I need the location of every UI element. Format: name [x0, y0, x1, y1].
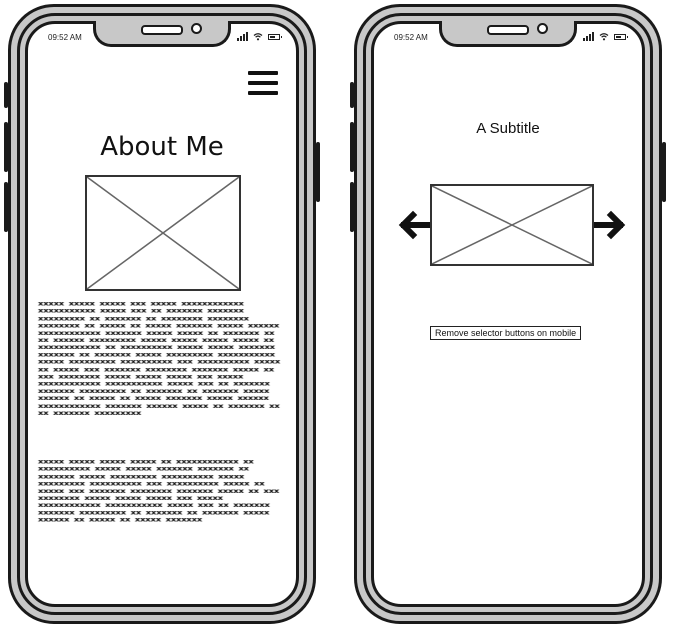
phone-mockup-about: 09:52 AM About Me xxxxx xxxxx xxxxx xxx …	[4, 4, 320, 624]
speaker-grille	[141, 25, 183, 35]
image-placeholder	[85, 175, 241, 291]
body-paragraph: xxxxx xxxxx xxxxx xxx xxxxx xxxxxxxxxxxx…	[38, 300, 281, 417]
phone-notch	[439, 21, 577, 47]
status-icons	[237, 32, 282, 41]
camera-icon	[191, 23, 202, 34]
signal-icon	[237, 32, 248, 41]
phone-power-button	[316, 142, 320, 202]
page-title: About Me	[100, 132, 224, 162]
annotation-note: Remove selector buttons on mobile	[430, 326, 582, 340]
signal-icon	[583, 32, 594, 41]
section-subtitle: A Subtitle	[476, 120, 540, 137]
battery-icon	[614, 33, 628, 40]
phone-screen: 09:52 AM A Subtitle Remove selector butt…	[371, 21, 645, 607]
camera-icon	[537, 23, 548, 34]
wifi-icon	[599, 33, 609, 41]
status-time: 09:52 AM	[394, 33, 428, 42]
hamburger-icon[interactable]	[248, 71, 278, 95]
wifi-icon	[253, 33, 263, 41]
carousel-image-placeholder	[430, 184, 594, 266]
arrow-right-icon[interactable]	[594, 210, 626, 240]
battery-icon	[268, 33, 282, 40]
phone-mockup-gallery: 09:52 AM A Subtitle Remove selector butt…	[350, 4, 666, 624]
phone-notch	[93, 21, 231, 47]
status-icons	[583, 32, 628, 41]
phone-power-button	[662, 142, 666, 202]
body-paragraph: xxxxx xxxxx xxxxx xxxxx xx xxxxxxxxxxxx …	[38, 458, 280, 524]
arrow-left-icon[interactable]	[398, 210, 430, 240]
speaker-grille	[487, 25, 529, 35]
status-time: 09:52 AM	[48, 33, 82, 42]
phone-screen: 09:52 AM About Me xxxxx xxxxx xxxxx xxx …	[25, 21, 299, 607]
